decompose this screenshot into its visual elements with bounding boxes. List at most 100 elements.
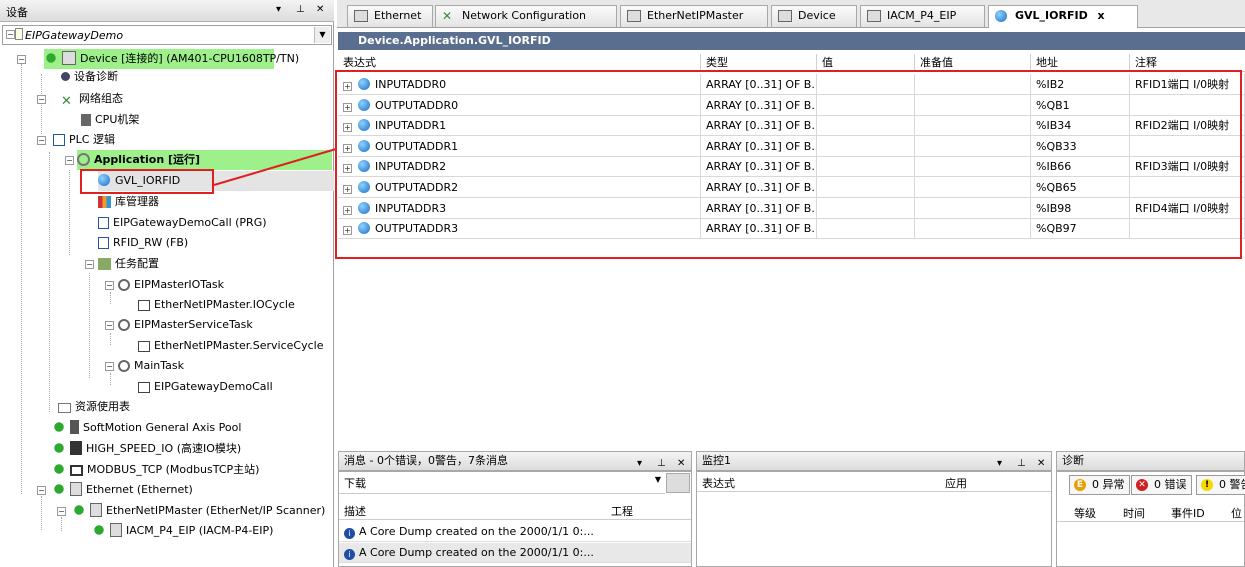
errors-filter-button[interactable]: ✕ 0 错误 — [1131, 475, 1192, 495]
tab-ethernet[interactable]: Ethernet — [347, 5, 433, 27]
monitor-icon — [70, 465, 83, 476]
running-icon — [52, 462, 66, 476]
collapse-icon[interactable]: − — [105, 281, 114, 290]
info-icon: i — [344, 528, 355, 539]
tree-item-eip-service-cycle[interactable]: EtherNetIPMaster.ServiceCycle — [138, 336, 323, 356]
tree-item-eip-io-cycle[interactable]: EtherNetIPMaster.IOCycle — [138, 295, 295, 315]
tree-item-eip-service-task[interactable]: EIPMasterServiceTask — [118, 315, 253, 335]
collapse-icon[interactable]: − — [6, 30, 15, 39]
running-icon — [92, 523, 106, 537]
close-icon[interactable]: ✕ — [316, 4, 324, 15]
tab-gvl-iorfid[interactable]: GVL_IORFID x — [988, 5, 1138, 28]
pin-icon[interactable]: ⊥ — [296, 4, 305, 15]
running-icon — [44, 51, 58, 65]
tab-network-configuration[interactable]: ✕ Network Configuration — [435, 5, 617, 27]
tree-label: 网络组态 — [79, 92, 123, 105]
warnings-filter-button[interactable]: ! 0 警告 — [1196, 475, 1245, 495]
diagnostics-title: 诊断 — [1062, 454, 1084, 467]
collapse-icon[interactable]: − — [17, 55, 26, 64]
tree-label: RFID_RW (FB) — [113, 236, 189, 249]
tree-item-rfid-rw-fb[interactable]: RFID_RW (FB) — [98, 233, 188, 253]
tree-label: 设备诊断 — [74, 70, 118, 83]
button-label: 0 警告 — [1219, 478, 1245, 491]
message-row[interactable]: i A Core Dump created on the 2000/1/1 0:.… — [339, 543, 691, 563]
running-icon — [52, 420, 66, 434]
tab-label: GVL_IORFID — [1015, 9, 1088, 22]
collapse-icon[interactable]: − — [37, 486, 46, 495]
column-header-position[interactable]: 位 — [1231, 505, 1242, 521]
library-icon — [98, 196, 111, 208]
tree-item-demo-call-prg[interactable]: EIPGatewayDemoCall (PRG) — [98, 213, 267, 233]
column-header-event-id[interactable]: 事件ID — [1171, 505, 1205, 521]
column-header-application[interactable]: 应用 — [945, 475, 967, 491]
filter-value: 下载 — [344, 477, 366, 490]
tree-item-library-manager[interactable]: 库管理器 — [98, 192, 159, 212]
tab-ethernetipmaster[interactable]: EtherNetIPMaster — [620, 5, 768, 27]
tree-item-ethernet[interactable]: Ethernet (Ethernet) — [52, 480, 193, 500]
tab-device[interactable]: Device — [771, 5, 857, 27]
info-icon: i — [344, 549, 355, 560]
tree-item-device[interactable]: Device [连接的] (AM401-CPU1608TP/TN) — [44, 49, 299, 69]
running-icon — [52, 441, 66, 455]
chevron-down-icon[interactable]: ▼ — [314, 27, 330, 43]
call-icon — [138, 341, 150, 352]
collapse-icon[interactable]: − — [105, 321, 114, 330]
tree-item-eip-io-task[interactable]: EIPMasterIOTask — [118, 275, 224, 295]
collapse-icon[interactable]: − — [85, 260, 94, 269]
filter-options-button[interactable] — [666, 473, 690, 493]
collapse-icon[interactable]: − — [37, 95, 46, 104]
tree-item-diagnostics[interactable]: 设备诊断 — [61, 67, 118, 87]
column-header-level[interactable]: 等级 — [1074, 505, 1096, 521]
project-icon — [15, 28, 23, 40]
tree-label: Ethernet (Ethernet) — [86, 483, 193, 496]
column-header-time[interactable]: 时间 — [1123, 505, 1145, 521]
tree-label: CPU机架 — [95, 113, 140, 126]
tab-close-icon[interactable]: x — [1098, 9, 1105, 22]
watch-title: 监控1 — [702, 454, 731, 467]
tree-item-high-speed-io[interactable]: HIGH_SPEED_IO (高速IO模块) — [52, 439, 241, 459]
column-header-project[interactable]: 工程 — [611, 503, 633, 519]
collapse-icon[interactable]: − — [57, 507, 66, 516]
collapse-icon[interactable]: − — [37, 136, 46, 145]
device-panel-header: 设备 ▾ ⊥ ✕ — [0, 0, 334, 22]
message-filter-select[interactable]: 下载 ▼ — [339, 472, 665, 494]
collapse-icon[interactable]: − — [65, 156, 74, 165]
column-header-description[interactable]: 描述 — [344, 503, 366, 519]
panel-menu-icon[interactable]: ▾ — [276, 4, 281, 15]
tab-iacm-p4-eip[interactable]: IACM_P4_EIP — [860, 5, 985, 27]
tree-item-eip-master[interactable]: EtherNetIPMaster (EtherNet/IP Scanner) — [72, 501, 325, 521]
column-header-expression[interactable]: 表达式 — [702, 475, 735, 491]
tree-item-network-config[interactable]: ✕ 网络组态 — [61, 89, 123, 109]
diagnostics-panel-header: 诊断 — [1056, 451, 1245, 471]
tree-label: EIPGatewayDemoCall (PRG) — [113, 216, 267, 229]
running-icon — [72, 503, 86, 517]
exceptions-filter-button[interactable]: E 0 异常 — [1069, 475, 1130, 495]
message-text: A Core Dump created on the 2000/1/1 0:..… — [359, 546, 594, 559]
message-row[interactable]: i A Core Dump created on the 2000/1/1 0:.… — [339, 522, 691, 542]
tree-item-resources[interactable]: 资源使用表 — [58, 397, 130, 417]
tree-label: EtherNetIPMaster.ServiceCycle — [154, 339, 324, 352]
tree-item-main-task[interactable]: MainTask — [118, 356, 184, 376]
tree-item-softmotion[interactable]: SoftMotion General Axis Pool — [52, 418, 241, 438]
collapse-icon[interactable]: − — [105, 362, 114, 371]
task-config-icon — [98, 258, 111, 270]
device-tree-panel: 设备 ▾ ⊥ ✕ − EIPGatewayDemo ▼ Device [连接的]… — [0, 0, 334, 567]
tree-item-iacm-p4-eip[interactable]: IACM_P4_EIP (IACM-P4-EIP) — [92, 521, 273, 541]
editor-tab-bar: Ethernet ✕ Network Configuration EtherNet… — [337, 0, 1245, 28]
tree-item-plc-logic[interactable]: PLC 逻辑 — [53, 130, 115, 150]
axis-icon — [70, 420, 79, 434]
tree-label: EIPMasterIOTask — [134, 278, 225, 291]
device-icon — [778, 10, 792, 22]
warning-icon: ! — [1201, 479, 1213, 491]
tree-label: Device [连接的] (AM401-CPU1608TP/TN) — [80, 52, 300, 65]
tree-item-cpu-rack[interactable]: CPU机架 — [81, 110, 139, 130]
tree-label: SoftMotion General Axis Pool — [83, 421, 242, 434]
tree-item-main-call[interactable]: EIPGatewayDemoCall — [138, 377, 273, 397]
tree-item-modbus-tcp[interactable]: MODBUS_TCP (ModbusTCP主站) — [52, 460, 259, 480]
chevron-down-icon[interactable]: ▼ — [655, 475, 661, 484]
tab-label: Network Configuration — [462, 9, 587, 22]
program-icon — [98, 217, 109, 229]
tab-label: Ethernet — [374, 9, 422, 22]
project-selector[interactable]: − EIPGatewayDemo ▼ — [2, 25, 332, 45]
tree-item-task-config[interactable]: 任务配置 — [98, 254, 159, 274]
